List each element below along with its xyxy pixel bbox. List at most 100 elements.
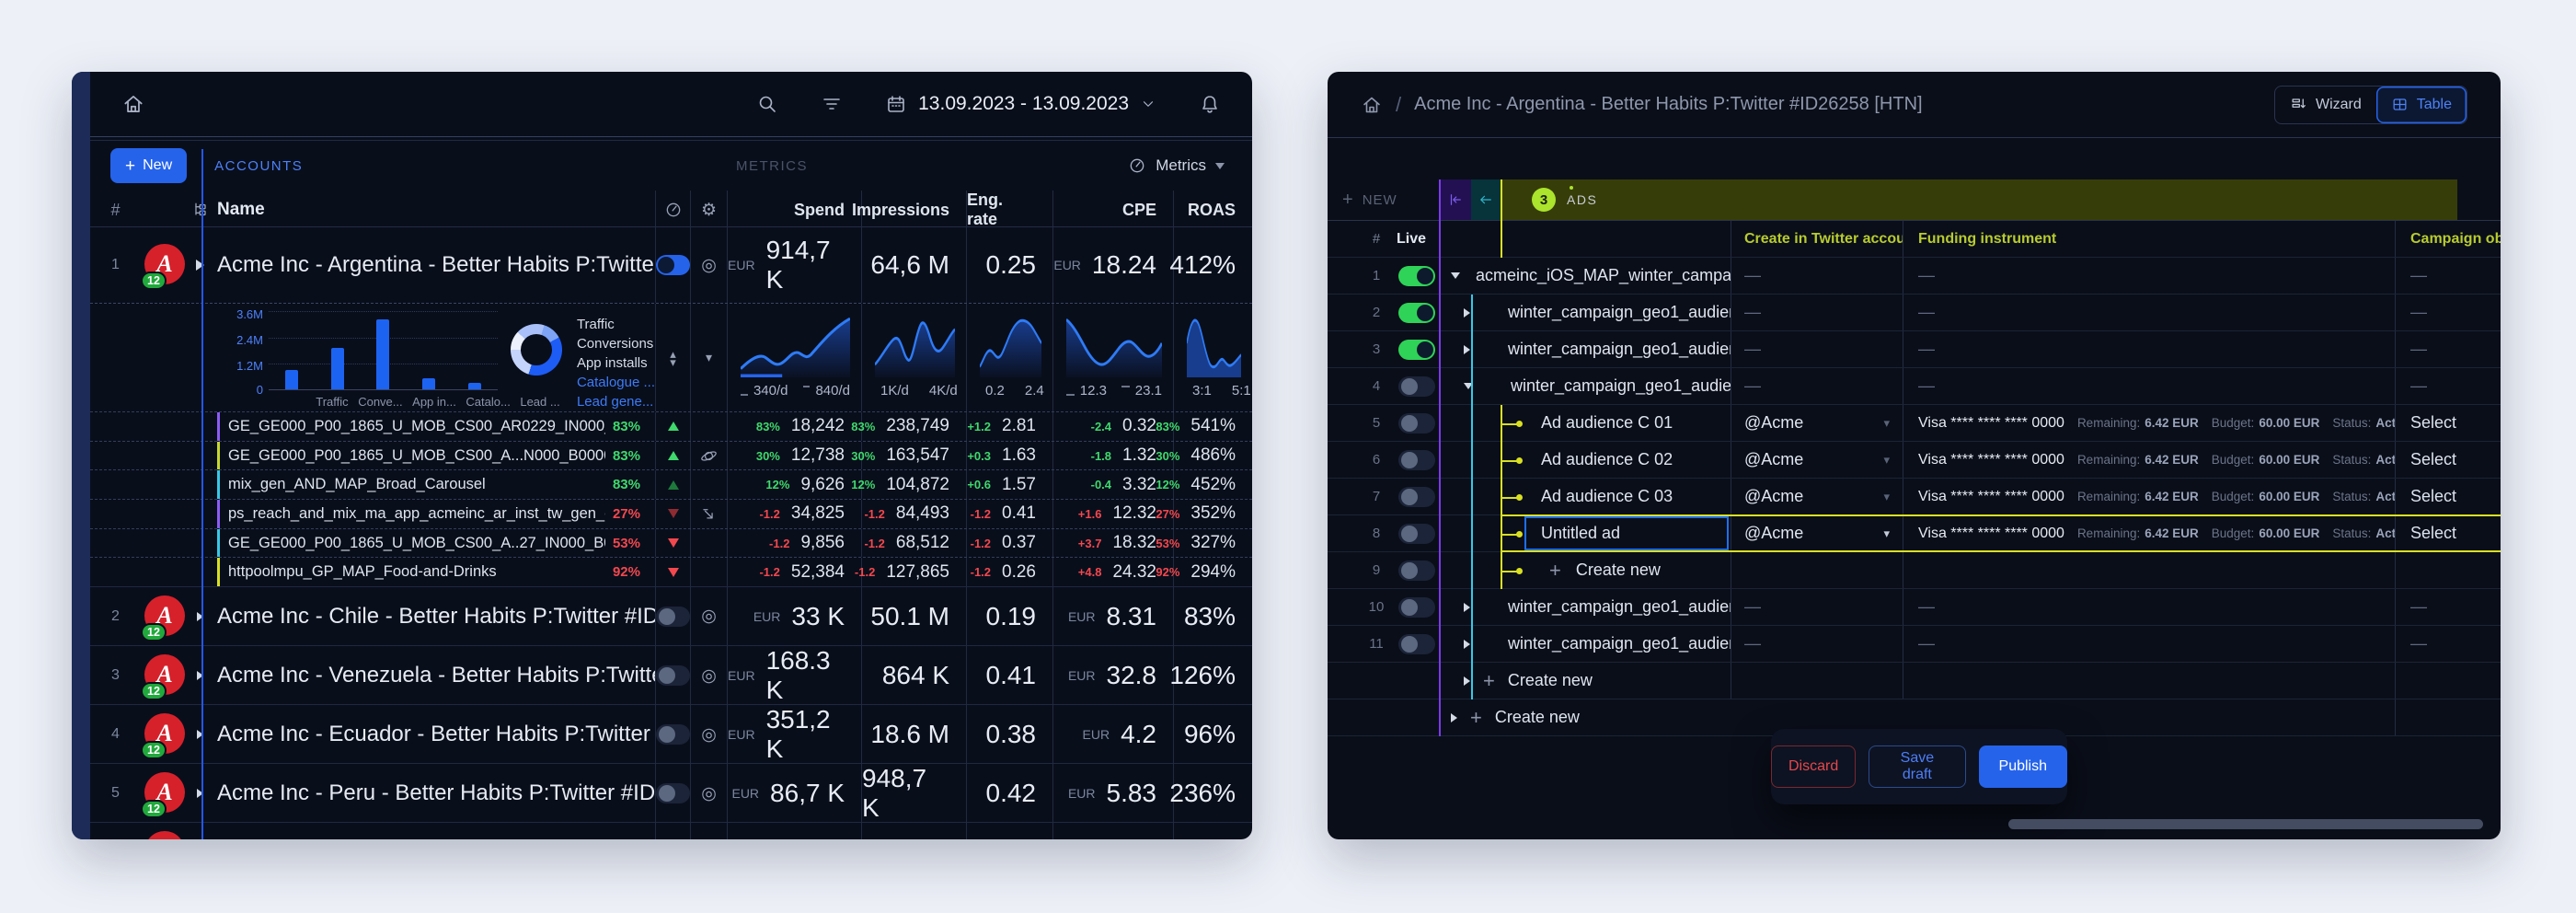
expand-button[interactable] <box>183 587 217 645</box>
expand-button[interactable] <box>183 227 217 303</box>
campaign-name[interactable]: GE_GE000_P00_1865_U_MOB_CS00_A..27_IN000… <box>228 535 605 552</box>
target-icon[interactable]: ◎ <box>690 764 727 824</box>
account-row[interactable]: 1 A 12 Acme Inc - Argentina - Better Habi… <box>90 227 1252 303</box>
adgroup-row[interactable]: 2 winter_campaign_geo1_audience_A — — — <box>1328 295 2501 331</box>
metrics-dropdown[interactable]: Metrics <box>1128 156 1225 175</box>
col-funding-instrument[interactable]: Funding instrument <box>1903 221 2395 257</box>
search-icon[interactable] <box>756 93 778 115</box>
account-row[interactable]: 5 A 12 Acme Inc - Peru - Better Habits P:… <box>90 763 1252 824</box>
objective-select[interactable]: Select <box>2395 405 2501 441</box>
campaign-row[interactable]: GE_GE000_P00_1865_U_MOB_CS00_A..27_IN000… <box>90 527 1252 558</box>
date-range-picker[interactable]: 13.09.2023 - 13.09.2023 <box>885 93 1156 115</box>
campaign-name[interactable]: ps_reach_and_mix_ma_app_acmeinc_ar_inst_… <box>228 505 605 523</box>
live-toggle[interactable] <box>1395 405 1439 441</box>
col-roas[interactable]: ROAS <box>1173 191 1252 229</box>
live-toggle[interactable] <box>655 646 690 706</box>
expand-button[interactable] <box>1464 639 1470 649</box>
objective-select[interactable]: Select <box>2395 515 2501 551</box>
objective-select[interactable]: Select <box>2395 479 2501 514</box>
twitter-account-select[interactable]: @Acme ▾ <box>1731 405 1903 441</box>
live-toggle[interactable] <box>1395 626 1439 662</box>
table-view-button[interactable]: Table <box>2375 86 2467 123</box>
campaign-name[interactable]: acmeinc_iOS_MAP_winter_campaign <box>1476 266 1731 285</box>
campaign-name[interactable]: GE_GE000_P00_1865_U_MOB_CS00_AR0229_IN00… <box>228 418 605 435</box>
campaign-row[interactable]: httpoolmpu_GP_MAP_Food-and-Drinks 92% -1.… <box>90 557 1252 587</box>
col-eng-rate[interactable]: Eng. rate <box>966 191 1052 229</box>
live-toggle[interactable] <box>1395 331 1439 367</box>
objective-select[interactable]: Select <box>2395 442 2501 478</box>
col-impressions[interactable]: Impressions <box>852 191 966 229</box>
tree-icon[interactable] <box>183 191 217 229</box>
live-toggle[interactable] <box>655 764 690 824</box>
horizontal-scrollbar[interactable] <box>2008 819 2483 829</box>
adgroup-name[interactable]: winter_campaign_geo1_audience_D <box>1508 597 1731 617</box>
expand-button[interactable] <box>183 764 217 823</box>
live-toggle[interactable] <box>1395 479 1439 514</box>
live-toggle[interactable] <box>1395 552 1439 588</box>
campaign-name[interactable]: mix_gen_AND_MAP_Broad_Carousel <box>228 476 605 493</box>
adgroup-name[interactable]: winter_campaign_geo1_audience_E <box>1508 634 1731 653</box>
campaign-row[interactable]: ps_reach_and_mix_ma_app_acmeinc_ar_inst_… <box>90 499 1252 528</box>
expand-button[interactable] <box>1464 344 1470 354</box>
ad-row[interactable]: 6 Ad audience C 02 @Acme ▾ Visa **** ****… <box>1328 442 2501 479</box>
campaign-name[interactable]: GE_GE000_P00_1865_U_MOB_CS00_A...N000_B0… <box>228 447 605 465</box>
live-toggle[interactable] <box>1395 295 1439 330</box>
create-new-ad-row[interactable]: 9 + Create new <box>1328 552 2501 589</box>
home-icon[interactable] <box>1361 94 1383 116</box>
gear-icon[interactable]: ⚙ <box>690 191 727 229</box>
discard-button[interactable]: Discard <box>1771 745 1857 788</box>
adgroup-row[interactable]: 11 winter_campaign_geo1_audience_E — — — <box>1328 626 2501 663</box>
publish-button[interactable]: Publish <box>1978 745 2067 788</box>
ad-name[interactable]: Ad audience C 03 <box>1541 487 1673 506</box>
adgroup-row[interactable]: 3 winter_campaign_geo1_audience_B — — — <box>1328 331 2501 368</box>
col-cpe[interactable]: CPE <box>1052 191 1173 229</box>
home-icon[interactable] <box>121 92 145 116</box>
live-toggle[interactable] <box>1395 258 1439 294</box>
diagonal-arrow-icon[interactable] <box>690 500 727 528</box>
expand-button[interactable] <box>183 646 217 705</box>
campaign-name[interactable]: httpoolmpu_GP_MAP_Food-and-Drinks <box>228 563 605 581</box>
funding-instrument-select[interactable]: Visa **** **** **** 0000 Remaining: 6.42 … <box>1903 479 2395 514</box>
ad-row[interactable]: 5 Ad audience C 01 @Acme ▾ Visa **** ****… <box>1328 405 2501 442</box>
twitter-account-select[interactable]: @Acme ▾ <box>1731 479 1903 514</box>
new-button[interactable]: + New <box>110 148 188 183</box>
target-icon[interactable]: ◎ <box>690 646 727 706</box>
funding-instrument-select[interactable]: Visa **** **** **** 0000 Remaining: 6.42 … <box>1903 442 2395 478</box>
account-name[interactable]: Acme Inc - Argentina - Better Habits P:T… <box>217 227 655 303</box>
col-spend[interactable]: Spend <box>727 191 861 229</box>
collapse-chevron[interactable]: ▾ <box>690 304 727 411</box>
adgroup-name[interactable]: winter_campaign_geo1_audience_A <box>1508 303 1731 322</box>
target-icon[interactable]: ◎ <box>690 227 727 303</box>
account-row[interactable]: 4 A 12 Acme Inc - Ecuador - Better Habits… <box>90 704 1252 765</box>
ad-row-selected[interactable]: 8 Untitled ad @Acme ▾ Visa **** **** ****… <box>1328 514 2501 552</box>
ad-name[interactable]: Ad audience C 01 <box>1541 413 1673 433</box>
campaign-row[interactable]: 1 acmeinc_iOS_MAP_winter_campaign — — — <box>1328 258 2501 295</box>
funding-instrument-select[interactable]: Visa **** **** **** 0000 Remaining: 6.42 … <box>1903 515 2395 551</box>
account-name[interactable]: Acme Inc - Peru - Better Habits P:Twitte… <box>217 764 655 823</box>
filter-icon[interactable] <box>821 93 843 115</box>
collapse-button[interactable] <box>1451 272 1460 279</box>
save-draft-button[interactable]: Save draft <box>1869 745 1966 788</box>
sort-control[interactable]: ▴ ▾ <box>655 304 690 411</box>
breadcrumb[interactable]: Acme Inc - Argentina - Better Habits P:T… <box>1414 94 1922 115</box>
expand-button[interactable] <box>183 705 217 764</box>
live-toggle[interactable] <box>1395 442 1439 478</box>
new-button-disabled[interactable]: + NEW <box>1328 179 1439 220</box>
col-name[interactable]: Name <box>217 191 655 229</box>
funding-instrument-select[interactable]: Visa **** **** **** 0000 Remaining: 6.42 … <box>1903 405 2395 441</box>
expand-button[interactable] <box>1464 602 1470 612</box>
bell-icon[interactable] <box>1199 93 1221 115</box>
live-toggle[interactable] <box>655 587 690 646</box>
campaign-row[interactable]: mix_gen_AND_MAP_Broad_Carousel 83% 12% 9,6… <box>90 469 1252 500</box>
adgroup-name[interactable]: winter_campaign_geo1_audience_C <box>1511 376 1731 396</box>
target-icon[interactable]: ◎ <box>690 587 727 646</box>
adgroup-name[interactable]: winter_campaign_geo1_audience_B <box>1508 340 1731 359</box>
twitter-account-select[interactable]: @Acme ▾ <box>1731 442 1903 478</box>
campaign-row[interactable]: GE_GE000_P00_1865_U_MOB_CS00_A...N000_B0… <box>90 440 1252 470</box>
orbit-icon[interactable] <box>690 441 727 470</box>
wizard-view-button[interactable]: Wizard <box>2275 87 2376 123</box>
live-toggle[interactable] <box>1395 589 1439 625</box>
collapse-to-start-icon[interactable] <box>1439 179 1471 220</box>
col-twitter-account[interactable]: Create in Twitter account <box>1731 221 1903 257</box>
gauge-icon[interactable] <box>655 191 690 229</box>
